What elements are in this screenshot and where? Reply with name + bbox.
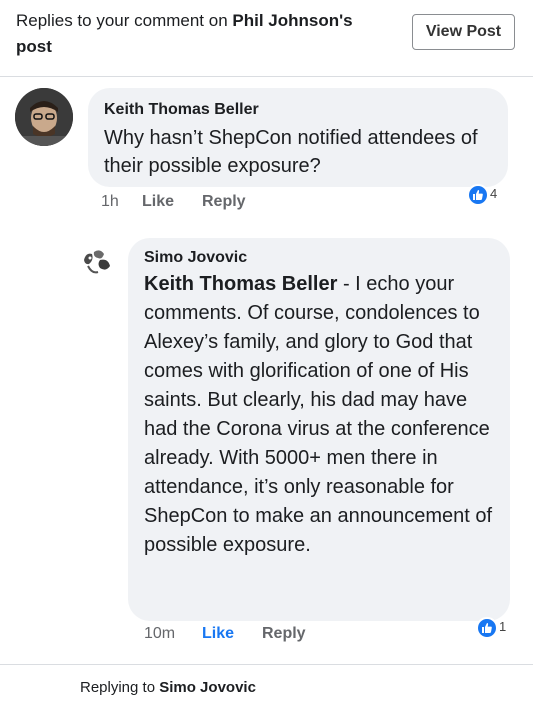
like-button[interactable]: Like: [142, 193, 174, 211]
comment-bubble: Keith Thomas Beller Why hasn’t ShepCon n…: [88, 88, 508, 187]
comment-time[interactable]: 10m: [144, 625, 175, 643]
notification-header: Replies to your comment on Phil Johnson'…: [0, 0, 533, 76]
replying-name[interactable]: Simo Jovovic: [159, 679, 256, 696]
comment-body: - I echo your comments. Of course, condo…: [144, 273, 493, 556]
mention-link[interactable]: Keith Thomas Beller: [144, 273, 337, 295]
header-title-prefix: Replies to your comment on: [16, 11, 228, 30]
replying-to-label: Replying to Simo Jovovic: [80, 679, 256, 696]
comment-author[interactable]: Simo Jovovic: [144, 249, 247, 267]
comment-time[interactable]: 1h: [101, 193, 119, 211]
divider: [0, 664, 533, 665]
reaction-count[interactable]: 4: [490, 186, 497, 201]
reply-button[interactable]: Reply: [262, 625, 306, 643]
comment-text: Keith Thomas Beller - I echo your commen…: [144, 270, 504, 560]
replying-prefix: Replying to: [80, 679, 156, 696]
avatar[interactable]: [80, 246, 114, 276]
like-button[interactable]: Like: [202, 625, 234, 643]
avatar[interactable]: [15, 88, 73, 146]
thumbs-up-icon[interactable]: [476, 617, 498, 639]
thumbs-up-icon[interactable]: [467, 184, 489, 206]
comment-text: Why hasn’t ShepCon notified attendees of…: [104, 127, 478, 177]
reply-button[interactable]: Reply: [202, 193, 246, 211]
header-title: Replies to your comment on Phil Johnson'…: [16, 8, 386, 60]
comment-bubble: Simo Jovovic Keith Thomas Beller - I ech…: [128, 238, 510, 621]
reaction-count[interactable]: 1: [499, 619, 506, 634]
comment-author[interactable]: Keith Thomas Beller: [104, 101, 259, 119]
view-post-button[interactable]: View Post: [412, 14, 515, 50]
divider: [0, 76, 533, 77]
